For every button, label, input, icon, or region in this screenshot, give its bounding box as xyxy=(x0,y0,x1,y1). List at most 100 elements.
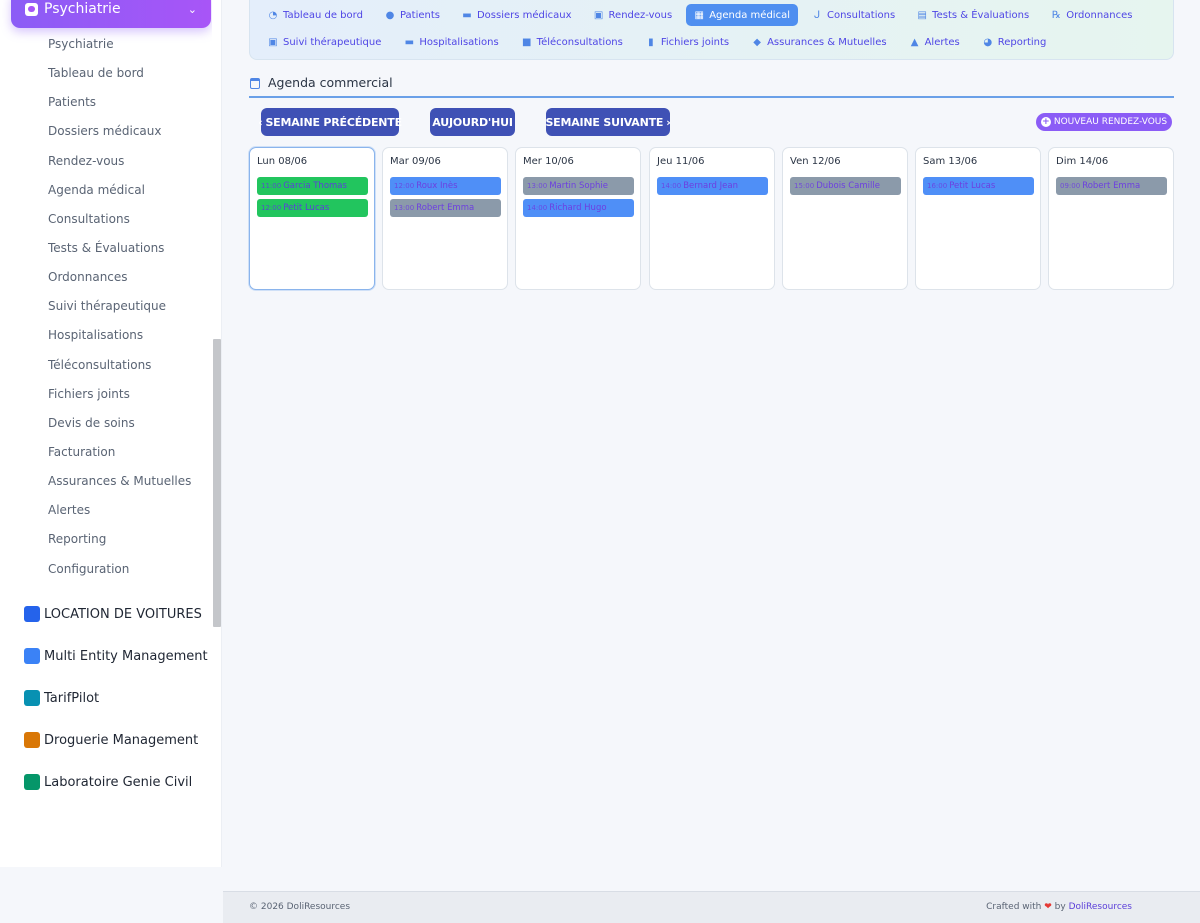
bed-icon: ▬ xyxy=(404,36,415,48)
scrollbar-thumb[interactable] xyxy=(213,339,221,627)
day-header: Lun 08/06 xyxy=(257,156,308,167)
day-header: Jeu 11/06 xyxy=(657,156,705,167)
module-label: Laboratoire Genie Civil xyxy=(44,774,193,790)
day-column[interactable]: Sam 13/06 16:00 Petit Lucas xyxy=(915,147,1041,290)
sidebar-item-alertes[interactable]: Alertes xyxy=(0,496,212,525)
event-patient: Robert Emma xyxy=(416,203,475,213)
day-column[interactable]: Mer 10/06 13:00 Martin Sophie 14:00 Richard … xyxy=(515,147,641,290)
appointment-event[interactable]: 15:00 Dubois Camille xyxy=(790,177,901,195)
module-nav-row-1: ◔ Tableau de bord ● Patients ▬ Dossiers médic… xyxy=(260,4,1140,26)
notes-icon: ▣ xyxy=(268,36,278,48)
sidebar-item-ordonnances[interactable]: Ordonnances xyxy=(0,263,212,292)
day-header: Ven 12/06 xyxy=(790,156,841,167)
sidebar-item-agenda-medical[interactable]: Agenda médical xyxy=(0,176,212,205)
appointment-event[interactable]: 16:00 Petit Lucas xyxy=(923,177,1034,195)
sidebar-item-facturation[interactable]: Facturation xyxy=(0,438,212,467)
event-time: 11:00 xyxy=(261,182,282,190)
sidebar-item-suivi-therapeutique[interactable]: Suivi thérapeutique xyxy=(0,292,212,321)
sidebar-item-hospitalisations[interactable]: Hospitalisations xyxy=(0,321,212,350)
next-week-button[interactable]: SEMAINE SUIVANTE › xyxy=(545,108,671,136)
sidebar-item-tests-evaluations[interactable]: Tests & Évaluations xyxy=(0,234,212,263)
tab-alertes[interactable]: ▲ Alertes xyxy=(902,31,968,53)
sidebar-item-teleconsultations[interactable]: Téléconsultations xyxy=(0,351,212,380)
tab-label: Suivi thérapeutique xyxy=(283,36,382,48)
sidebar-item-patients[interactable]: Patients xyxy=(0,88,212,117)
day-column[interactable]: Jeu 11/06 14:00 Bernard Jean xyxy=(649,147,775,290)
tab-tableau-de-bord[interactable]: ◔ Tableau de bord xyxy=(260,4,371,26)
module-nav-row-2: ▣ Suivi thérapeutique ▬ Hospitalisations ■ Té… xyxy=(260,31,1054,53)
appointment-event[interactable]: 14:00 Richard Hugo xyxy=(523,199,634,217)
appointment-event[interactable]: 12:00 Petit Lucas xyxy=(257,199,368,217)
appointment-event[interactable]: 11:00 Garcia Thomas xyxy=(257,177,368,195)
tarifpilot-icon xyxy=(24,690,40,706)
tab-agenda-medical[interactable]: ▦ Agenda médical xyxy=(686,4,798,26)
appointment-event[interactable]: 09:00 Robert Emma xyxy=(1056,177,1167,195)
section-header: Agenda commercial xyxy=(249,74,1174,98)
sidebar-item-psychiatrie[interactable]: Psychiatrie xyxy=(0,30,212,59)
day-header: Mar 09/06 xyxy=(390,156,441,167)
day-header: Dim 14/06 xyxy=(1056,156,1109,167)
prev-week-button[interactable]: ‹ SEMAINE PRÉCÉDENTE xyxy=(258,108,402,136)
sidebar-item-devis-de-soins[interactable]: Devis de soins xyxy=(0,409,212,438)
sidebar-module-tarifpilot[interactable]: TarifPilot xyxy=(24,677,210,719)
sidebar-module-laboratoire-genie-civil[interactable]: Laboratoire Genie Civil xyxy=(24,761,210,803)
event-time: 09:00 xyxy=(1060,182,1081,190)
tab-rendez-vous[interactable]: ▣ Rendez-vous xyxy=(586,4,681,26)
tab-reporting[interactable]: ◕ Reporting xyxy=(975,31,1055,53)
event-patient: Petit Lucas xyxy=(283,203,330,213)
folder-icon: ▬ xyxy=(462,9,472,21)
sidebar-module-location-de-voitures[interactable]: LOCATION DE VOITURES xyxy=(24,593,210,635)
event-time: 15:00 xyxy=(794,182,815,190)
tab-label: Téléconsultations xyxy=(536,36,623,48)
footer-brand-link[interactable]: DoliResources xyxy=(1069,902,1132,912)
sidebar-item-rendez-vous[interactable]: Rendez-vous xyxy=(0,147,212,176)
appointment-event[interactable]: 13:00 Martin Sophie xyxy=(523,177,634,195)
tab-ordonnances[interactable]: ℞ Ordonnances xyxy=(1043,4,1140,26)
file-icon: ▮ xyxy=(648,36,654,48)
today-button[interactable]: AUJOURD'HUI xyxy=(430,108,515,136)
tab-label: Fichiers joints xyxy=(660,36,730,48)
day-column[interactable]: Dim 14/06 09:00 Robert Emma xyxy=(1048,147,1174,290)
appointment-event[interactable]: 12:00 Roux Inès xyxy=(390,177,501,195)
event-time: 13:00 xyxy=(394,204,415,212)
tab-dossiers-medicaux[interactable]: ▬ Dossiers médicaux xyxy=(454,4,580,26)
calendar-check-icon: ▣ xyxy=(593,9,604,21)
sidebar-module-psychiatrie[interactable]: Psychiatrie ⌄ xyxy=(11,0,211,28)
sidebar-item-assurances-mutuelles[interactable]: Assurances & Mutuelles xyxy=(0,467,212,496)
sidebar-item-configuration[interactable]: Configuration xyxy=(0,555,212,584)
plus-circle-icon: + xyxy=(1040,117,1051,127)
chevron-down-icon[interactable]: ⌄ xyxy=(188,3,197,16)
sidebar-submenu: Psychiatrie Tableau de bord Patients Dossie… xyxy=(0,30,212,584)
day-column[interactable]: Lun 08/06 11:00 Garcia Thomas 12:00 Petit Lu… xyxy=(249,147,375,290)
day-column[interactable]: Mar 09/06 12:00 Roux Inès 13:00 Robert Emma xyxy=(382,147,508,290)
sidebar-modules: LOCATION DE VOITURES Multi Entity Managem… xyxy=(24,593,210,845)
tab-consultations[interactable]: ᒍ Consultations xyxy=(804,4,903,26)
event-time: 16:00 xyxy=(927,182,948,190)
event-patient: Dubois Camille xyxy=(816,181,880,191)
sidebar-module-multi-entity-management[interactable]: Multi Entity Management xyxy=(24,635,210,677)
sidebar-item-reporting[interactable]: Reporting xyxy=(0,525,212,554)
appointment-event[interactable]: 13:00 Robert Emma xyxy=(390,199,501,217)
sidebar-item-tableau-de-bord[interactable]: Tableau de bord xyxy=(0,59,212,88)
tab-label: Rendez-vous xyxy=(608,9,673,21)
tab-label: Ordonnances xyxy=(1066,9,1133,21)
chart-pie-icon: ◕ xyxy=(983,36,993,48)
tab-suivi-therapeutique[interactable]: ▣ Suivi thérapeutique xyxy=(260,31,389,53)
tab-fichiers-joints[interactable]: ▮ Fichiers joints xyxy=(638,31,737,53)
tab-tests-evaluations[interactable]: ▤ Tests & Évaluations xyxy=(909,4,1037,26)
appointment-event[interactable]: 14:00 Bernard Jean xyxy=(657,177,768,195)
sidebar-item-consultations[interactable]: Consultations xyxy=(0,205,212,234)
event-patient: Martin Sophie xyxy=(549,181,608,191)
event-time: 12:00 xyxy=(261,204,282,212)
sidebar-module-droguerie-management[interactable]: Droguerie Management xyxy=(24,719,210,761)
event-patient: Roux Inès xyxy=(416,181,458,191)
sidebar-item-dossiers-medicaux[interactable]: Dossiers médicaux xyxy=(0,117,212,146)
tab-patients[interactable]: ● Patients xyxy=(377,4,448,26)
new-appointment-button[interactable]: + NOUVEAU RENDEZ-VOUS xyxy=(1036,113,1172,131)
tab-assurances-mutuelles[interactable]: ◆ Assurances & Mutuelles xyxy=(744,31,895,53)
day-column[interactable]: Ven 12/06 15:00 Dubois Camille xyxy=(782,147,908,290)
sidebar-item-fichiers-joints[interactable]: Fichiers joints xyxy=(0,380,212,409)
tab-hospitalisations[interactable]: ▬ Hospitalisations xyxy=(396,31,506,53)
droguerie-icon xyxy=(24,732,40,748)
tab-teleconsultations[interactable]: ■ Téléconsultations xyxy=(514,31,631,53)
